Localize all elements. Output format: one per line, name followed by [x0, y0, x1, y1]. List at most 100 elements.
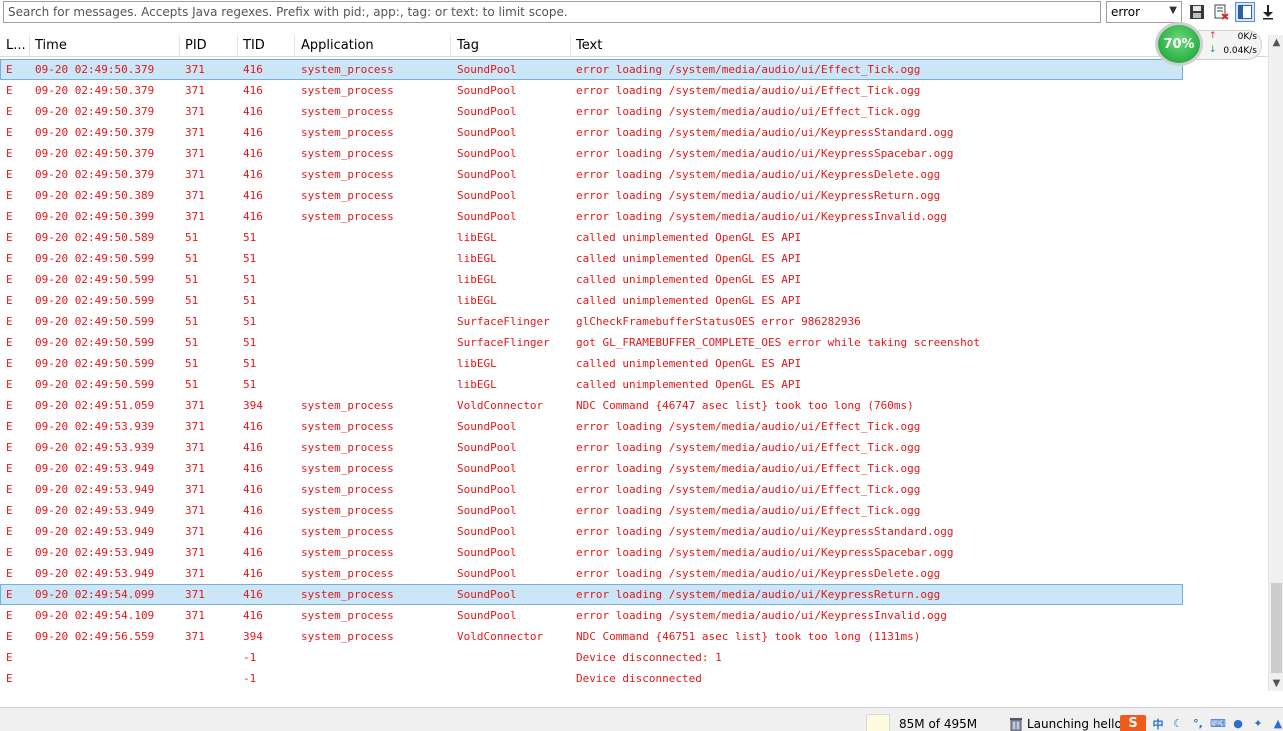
message-text-cell: error loading /system/media/audio/ui/Key… — [576, 609, 947, 622]
tid-cell: 51 — [243, 252, 257, 265]
tag-cell: VoldConnector — [457, 399, 544, 412]
settings-icon[interactable]: ✦ — [1250, 716, 1266, 731]
message-text-cell: error loading /system/media/audio/ui/Key… — [576, 126, 954, 139]
pid-cell: 51 — [185, 294, 199, 307]
ime-logo-icon[interactable]: S — [1120, 715, 1146, 731]
log-level-cell: E — [6, 63, 13, 76]
tid-cell: 416 — [243, 189, 263, 202]
log-level-value: error — [1111, 5, 1141, 19]
scrollbar-thumb[interactable] — [1271, 583, 1282, 673]
tag-cell: libEGL — [457, 294, 497, 307]
log-row[interactable]: E -1 Device disconnected: 1 — [0, 647, 1183, 668]
log-row[interactable]: E 09-20 02:49:50.399 371 416 system_process S… — [0, 206, 1183, 227]
log-row[interactable]: E 09-20 02:49:53.939 371 416 system_process S… — [0, 416, 1183, 437]
log-row[interactable]: E 09-20 02:49:53.949 371 416 system_process S… — [0, 458, 1183, 479]
user-icon[interactable]: ● — [1230, 716, 1246, 731]
log-row[interactable]: E 09-20 02:49:50.389 371 416 system_process S… — [0, 185, 1183, 206]
tag-cell: SoundPool — [457, 525, 517, 538]
scroll-down-icon[interactable]: ▼ — [1269, 678, 1283, 689]
tag-cell: SoundPool — [457, 63, 517, 76]
column-header-text[interactable]: Text — [576, 38, 602, 53]
log-row[interactable]: E 09-20 02:49:53.949 371 416 system_process S… — [0, 500, 1183, 521]
log-row[interactable]: E 09-20 02:49:50.379 371 416 system_process S… — [0, 80, 1183, 101]
column-header-level[interactable]: L... — [6, 38, 26, 53]
log-level-cell: E — [6, 147, 13, 160]
search-input[interactable] — [3, 1, 1101, 23]
column-header-time[interactable]: Time — [35, 38, 67, 53]
toggle-panel-button[interactable] — [1235, 2, 1255, 22]
log-row[interactable]: E 09-20 02:49:50.379 371 416 system_process S… — [0, 101, 1183, 122]
log-row[interactable]: E 09-20 02:49:50.379 371 416 system_process S… — [0, 164, 1183, 185]
log-level-cell: E — [6, 126, 13, 139]
log-row[interactable]: E 09-20 02:49:56.559 371 394 system_process V… — [0, 626, 1183, 647]
log-row[interactable]: E 09-20 02:49:53.949 371 416 system_process S… — [0, 542, 1183, 563]
application-cell: system_process — [301, 462, 394, 475]
log-level-cell: E — [6, 294, 13, 307]
log-level-cell: E — [6, 567, 13, 580]
log-row[interactable]: E 09-20 02:49:50.599 51 51 libEGL called unim… — [0, 374, 1183, 395]
scroll-up-icon[interactable]: ▲ — [1269, 37, 1283, 48]
keyboard-icon[interactable]: ⌨ — [1210, 716, 1226, 731]
log-row[interactable]: E 09-20 02:49:50.379 371 416 system_process S… — [0, 122, 1183, 143]
column-header-tag[interactable]: Tag — [457, 38, 479, 53]
application-cell: system_process — [301, 588, 394, 601]
pid-cell: 51 — [185, 273, 199, 286]
ime-language-icon[interactable]: 中 — [1150, 716, 1166, 731]
log-row[interactable]: E 09-20 02:49:50.599 51 51 SurfaceFlinger got… — [0, 332, 1183, 353]
column-header-tid[interactable]: TID — [243, 38, 265, 53]
log-row[interactable]: E 09-20 02:49:53.939 371 416 system_process S… — [0, 437, 1183, 458]
column-header-application[interactable]: Application — [301, 38, 374, 53]
log-row[interactable]: E 09-20 02:49:54.099 371 416 system_process S… — [0, 584, 1183, 605]
log-row[interactable]: E 09-20 02:49:50.379 371 416 system_process S… — [0, 59, 1183, 80]
log-row[interactable]: E 09-20 02:49:50.599 51 51 SurfaceFlinger glC… — [0, 311, 1183, 332]
time-cell: 09-20 02:49:56.559 — [35, 630, 155, 643]
time-cell: 09-20 02:49:53.949 — [35, 462, 155, 475]
trash-icon[interactable] — [1009, 716, 1023, 731]
message-text-cell: error loading /system/media/audio/ui/Key… — [576, 189, 941, 202]
application-cell: system_process — [301, 567, 394, 580]
message-text-cell: called unimplemented OpenGL ES API — [576, 273, 802, 286]
tid-cell: 416 — [243, 546, 263, 559]
log-row[interactable]: E 09-20 02:49:54.109 371 416 system_process S… — [0, 605, 1183, 626]
time-cell: 09-20 02:49:50.599 — [35, 315, 155, 328]
log-row[interactable]: E 09-20 02:49:53.949 371 416 system_process S… — [0, 563, 1183, 584]
time-cell: 09-20 02:49:53.949 — [35, 546, 155, 559]
time-cell: 09-20 02:49:50.389 — [35, 189, 155, 202]
heap-status[interactable]: 85M of 495M — [899, 717, 977, 731]
vertical-scrollbar[interactable]: ▲ ▼ — [1268, 35, 1283, 691]
log-row[interactable]: E 09-20 02:49:50.599 51 51 libEGL called unim… — [0, 248, 1183, 269]
scroll-lock-icon — [1263, 5, 1273, 20]
save-button[interactable] — [1187, 2, 1207, 22]
tid-cell: 51 — [243, 378, 257, 391]
scroll-lock-button[interactable] — [1258, 2, 1278, 22]
tag-cell: SoundPool — [457, 147, 517, 160]
tid-cell: 416 — [243, 105, 263, 118]
log-level-select[interactable]: error ▼ — [1106, 1, 1182, 23]
tid-cell: 394 — [243, 630, 263, 643]
log-row[interactable]: E 09-20 02:49:50.379 371 416 system_process S… — [0, 143, 1183, 164]
punctuation-icon[interactable]: °, — [1190, 716, 1206, 731]
time-cell: 09-20 02:49:50.399 — [35, 210, 155, 223]
shirt-icon[interactable]: ▲ — [1270, 716, 1283, 731]
log-row[interactable]: E 09-20 02:49:51.059 371 394 system_process V… — [0, 395, 1183, 416]
log-row[interactable]: E 09-20 02:49:53.949 371 416 system_process S… — [0, 479, 1183, 500]
column-header-pid[interactable]: PID — [185, 38, 207, 53]
log-level-cell: E — [6, 273, 13, 286]
moon-icon[interactable]: ☾ — [1170, 716, 1186, 731]
message-text-cell: error loading /system/media/audio/ui/Eff… — [576, 462, 921, 475]
tag-cell: SoundPool — [457, 210, 517, 223]
clear-log-button[interactable] — [1211, 2, 1231, 22]
network-speed-widget[interactable]: 70% ↑ 0K/s ↓ 0.04K/s — [1155, 22, 1263, 66]
application-cell: system_process — [301, 504, 394, 517]
log-row[interactable]: E -1 Device disconnected — [0, 668, 1183, 689]
pid-cell: 51 — [185, 378, 199, 391]
log-row[interactable]: E 09-20 02:49:50.599 51 51 libEGL called unim… — [0, 269, 1183, 290]
log-row[interactable]: E 09-20 02:49:53.949 371 416 system_process S… — [0, 521, 1183, 542]
log-row[interactable]: E 09-20 02:49:50.599 51 51 libEGL called unim… — [0, 353, 1183, 374]
application-cell: system_process — [301, 168, 394, 181]
log-row[interactable]: E 09-20 02:49:50.599 51 51 libEGL called unim… — [0, 290, 1183, 311]
time-cell: 09-20 02:49:53.939 — [35, 441, 155, 454]
log-level-cell: E — [6, 630, 13, 643]
tid-cell: 51 — [243, 357, 257, 370]
log-row[interactable]: E 09-20 02:49:50.589 51 51 libEGL called unim… — [0, 227, 1183, 248]
